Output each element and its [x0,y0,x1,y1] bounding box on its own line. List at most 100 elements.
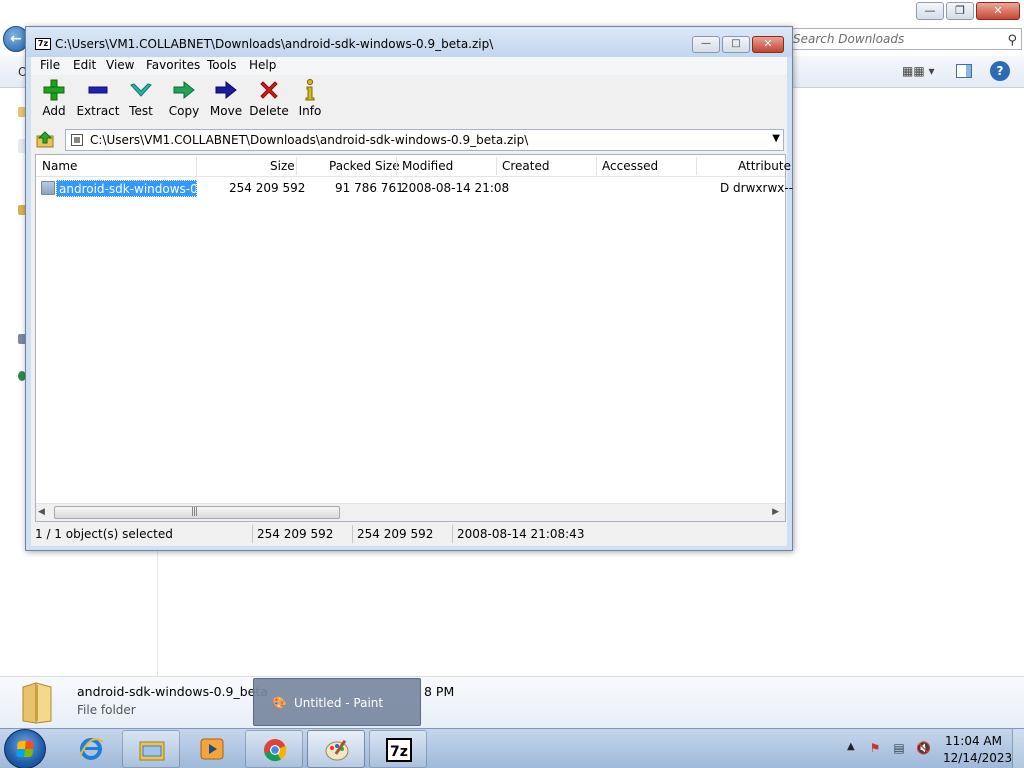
row-size: 254 209 592 [229,181,306,195]
folder-icon [41,181,55,195]
delete-label: Delete [249,104,289,118]
toolbar: Add Extract Test Copy Move Delete Info [31,76,787,126]
row-packed-size: 91 786 761 [335,181,404,195]
search-input[interactable]: Search Downloads ⚲ [788,28,1022,50]
details-file-name: android-sdk-windows-0.9_beta [77,684,268,699]
menu-tools[interactable]: Tools [207,58,237,72]
close-button[interactable]: ✕ [752,36,784,53]
search-icon[interactable]: ⚲ [1007,31,1017,51]
sevenzip-app-icon: 7z [35,38,51,50]
paint-thumbnail-title: Untitled - Paint [294,696,384,710]
table-row[interactable]: android-sdk-windows-0... 254 209 592 91 … [36,179,793,198]
taskbar-windows-explorer[interactable] [122,730,180,768]
column-created[interactable]: Created [502,159,550,173]
paint-palette-icon: 🎨 [272,696,287,710]
status-size-2: 254 209 592 [357,527,434,541]
status-selection: 1 / 1 object(s) selected [35,527,173,541]
menu-edit[interactable]: Edit [73,58,96,72]
maximize-button[interactable]: □ [722,36,750,53]
status-separator [452,525,453,543]
column-size[interactable]: Size [270,159,295,173]
action-center-icon[interactable]: ⚑ [868,741,882,755]
show-desktop-button[interactable] [1012,729,1024,768]
taskbar-internet-explorer[interactable] [62,730,120,768]
scroll-right-icon[interactable]: ▶ [772,507,779,517]
column-separator[interactable] [396,157,397,175]
status-size: 254 209 592 [257,527,334,541]
row-name-selected[interactable]: android-sdk-windows-0... [56,180,197,197]
path-combobox[interactable]: C:\Users\VM1.COLLABNET\Downloads\android… [65,129,784,151]
info-label: Info [298,104,322,118]
explorer-restore-button[interactable]: ❐ [946,2,974,20]
move-arrow-icon [215,80,237,100]
column-separator[interactable] [296,157,297,175]
sevenzip-title: C:\Users\VM1.COLLABNET\Downloads\android… [55,37,494,51]
column-separator[interactable] [496,157,497,175]
column-separator[interactable] [196,157,197,175]
preview-pane-icon[interactable] [956,64,972,78]
row-modified: 2008-08-14 21:08 [401,181,510,195]
dropdown-arrow-icon[interactable]: ▼ [772,133,780,144]
menu-view[interactable]: View [106,58,134,72]
taskbar-chrome[interactable] [245,730,303,768]
up-folder-icon[interactable] [36,131,54,148]
network-icon[interactable]: ▤ [892,741,906,755]
copy-button[interactable]: Copy [162,78,206,122]
show-hidden-icons-icon[interactable]: ▲ [847,741,855,752]
add-button[interactable]: Add [32,78,76,122]
status-separator [252,525,253,543]
extract-button[interactable]: Extract [75,78,121,122]
column-accessed[interactable]: Accessed [602,159,658,173]
folder-icon [139,741,165,761]
column-modified[interactable]: Modified [402,159,453,173]
scroll-left-icon[interactable]: ◀ [38,507,45,517]
row-attributes: D drwxrwx-- [720,181,794,195]
taskbar: 7z ▲ ⚑ ▤ 🔇 11:04 AM 12/14/2023 [0,728,1024,768]
media-player-icon [200,738,224,760]
internet-explorer-icon [79,738,104,760]
copy-label: Copy [168,104,200,118]
paint-thumbnail-preview[interactable]: 🎨 Untitled - Paint [253,678,421,726]
info-button[interactable]: Info [288,78,332,122]
column-name[interactable]: Name [42,159,77,173]
menu-help[interactable]: Help [249,58,276,72]
archive-icon [71,134,83,146]
sevenzip-client-area: File Edit View Favorites Tools Help Add … [31,57,793,546]
taskbar-paint[interactable] [307,730,365,768]
scroll-thumb[interactable]: ||| [54,506,340,519]
explorer-minimize-button[interactable]: — [916,2,944,20]
column-packed-size[interactable]: Packed Size [329,159,400,173]
delete-button[interactable]: Delete [247,78,291,122]
move-label: Move [209,104,243,118]
test-button[interactable]: Test [119,78,163,122]
status-modified: 2008-08-14 21:08:43 [457,527,585,541]
taskbar-media-player[interactable] [183,730,241,768]
status-bar: 1 / 1 object(s) selected 254 209 592 254… [31,523,787,545]
column-separator[interactable] [696,157,697,175]
views-icon[interactable]: ▦▦ ▾ [902,64,935,78]
checkmark-icon [130,83,152,97]
horizontal-scrollbar[interactable]: ◀ ||| ▶ [36,503,785,521]
clock-time[interactable]: 11:04 AM [945,734,1002,748]
details-pane: android-sdk-windows-0.9_beta File folder… [0,676,1024,728]
volume-muted-icon[interactable]: 🔇 [916,741,931,755]
move-button[interactable]: Move [204,78,248,122]
start-button[interactable] [4,729,46,768]
explorer-close-button[interactable]: ✕ [976,2,1020,20]
test-label: Test [129,104,153,118]
sevenzip-titlebar[interactable]: 7z C:\Users\VM1.COLLABNET\Downloads\andr… [26,27,792,57]
folder-zip-icon [22,682,52,724]
menu-favorites[interactable]: Favorites [146,58,200,72]
7zip-icon: 7z [386,738,412,762]
column-separator[interactable] [596,157,597,175]
sevenzip-window: 7z C:\Users\VM1.COLLABNET\Downloads\andr… [25,26,793,551]
help-icon[interactable]: ? [990,61,1010,81]
minimize-button[interactable]: — [692,36,720,53]
menu-file[interactable]: File [40,58,60,72]
path-text: C:\Users\VM1.COLLABNET\Downloads\android… [90,133,529,147]
svg-text:7z: 7z [390,744,408,760]
clock-date[interactable]: 12/14/2023 [943,751,1012,765]
taskbar-7zip[interactable]: 7z [369,730,427,768]
extract-label: Extract [76,104,120,118]
column-attributes[interactable]: Attribute [738,159,791,173]
